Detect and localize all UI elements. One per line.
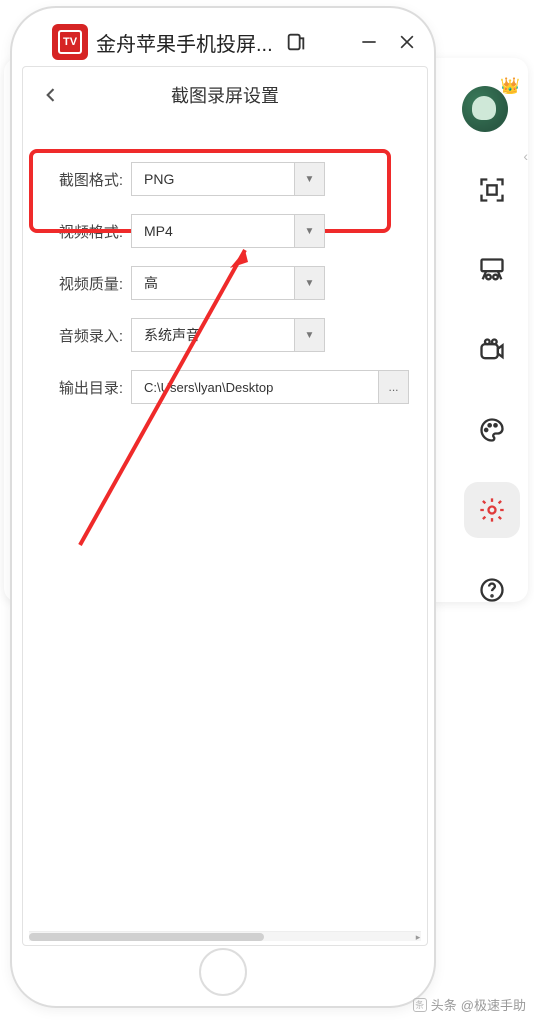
select-value: 系统声音	[132, 325, 294, 345]
chevron-down-icon: ▼	[294, 267, 324, 299]
app-title: 金舟苹果手机投屏...	[96, 28, 273, 57]
collapse-chevron-icon[interactable]: ‹	[523, 148, 528, 164]
select-value: PNG	[132, 171, 294, 187]
crown-icon: 👑	[500, 76, 520, 96]
settings-button[interactable]	[464, 482, 520, 538]
avatar-container[interactable]: 👑	[462, 86, 516, 140]
record-button[interactable]	[464, 322, 520, 378]
select-video-format[interactable]: MP4 ▼	[131, 214, 325, 248]
settings-form: 截图格式: PNG ▼ 视频格式: MP4 ▼ 视频质量: 高 ▼	[23, 123, 427, 413]
brush-button[interactable]	[464, 402, 520, 458]
select-screenshot-format[interactable]: PNG ▼	[131, 162, 325, 196]
help-button[interactable]	[464, 562, 520, 618]
camera-icon	[478, 336, 506, 364]
row-video-format: 视频格式: MP4 ▼	[39, 205, 411, 257]
watermark: 条 头条 @极速手助	[413, 995, 526, 1014]
watermark-icon: 条	[413, 998, 427, 1012]
app-icon: TV	[52, 24, 88, 60]
help-icon	[478, 576, 506, 604]
chevron-down-icon: ▼	[294, 319, 324, 351]
minimize-button[interactable]	[354, 27, 384, 57]
fullscreen-icon	[478, 176, 506, 204]
right-toolbar	[460, 162, 524, 618]
close-button[interactable]	[392, 27, 422, 57]
watermark-prefix: 头条	[431, 995, 457, 1014]
label-video-quality: 视频质量:	[39, 273, 131, 294]
phone-frame: TV 金舟苹果手机投屏... 截图录屏设置 截图格式: PNG	[10, 6, 436, 1008]
select-audio-input[interactable]: 系统声音 ▼	[131, 318, 325, 352]
label-screenshot-format: 截图格式:	[39, 169, 131, 190]
scrollbar-thumb[interactable]	[29, 933, 264, 941]
select-value: 高	[132, 273, 294, 293]
titlebar: TV 金舟苹果手机投屏...	[52, 20, 422, 64]
home-button[interactable]	[199, 948, 247, 996]
chevron-down-icon: ▼	[294, 215, 324, 247]
watermark-account: @极速手助	[461, 995, 526, 1014]
row-video-quality: 视频质量: 高 ▼	[39, 257, 411, 309]
gear-icon	[478, 496, 506, 524]
palette-icon	[478, 416, 506, 444]
chevron-down-icon: ▼	[294, 163, 324, 195]
row-screenshot-format: 截图格式: PNG ▼	[39, 153, 411, 205]
label-video-format: 视频格式:	[39, 221, 131, 242]
browse-button[interactable]: ...	[379, 370, 409, 404]
row-output-dir: 输出目录: ...	[39, 361, 411, 413]
select-video-quality[interactable]: 高 ▼	[131, 266, 325, 300]
duplicate-window-icon	[285, 31, 307, 53]
close-icon	[397, 32, 417, 52]
scroll-right-icon: ▸	[413, 932, 423, 942]
panel-title: 截图录屏设置	[35, 82, 415, 108]
label-audio-input: 音频录入:	[39, 325, 131, 346]
select-value: MP4	[132, 223, 294, 239]
panel-header: 截图录屏设置	[23, 67, 427, 123]
scissors-icon	[478, 256, 506, 284]
label-output-dir: 输出目录:	[39, 377, 131, 398]
new-window-button[interactable]	[281, 27, 311, 57]
crop-button[interactable]	[464, 242, 520, 298]
horizontal-scrollbar[interactable]: ◂ ▸	[29, 931, 421, 941]
settings-panel: 截图录屏设置 截图格式: PNG ▼ 视频格式: MP4 ▼ 视频质量:	[22, 66, 428, 946]
fullscreen-button[interactable]	[464, 162, 520, 218]
minimize-icon	[359, 32, 379, 52]
output-dir-input[interactable]	[131, 370, 379, 404]
row-audio-input: 音频录入: 系统声音 ▼	[39, 309, 411, 361]
